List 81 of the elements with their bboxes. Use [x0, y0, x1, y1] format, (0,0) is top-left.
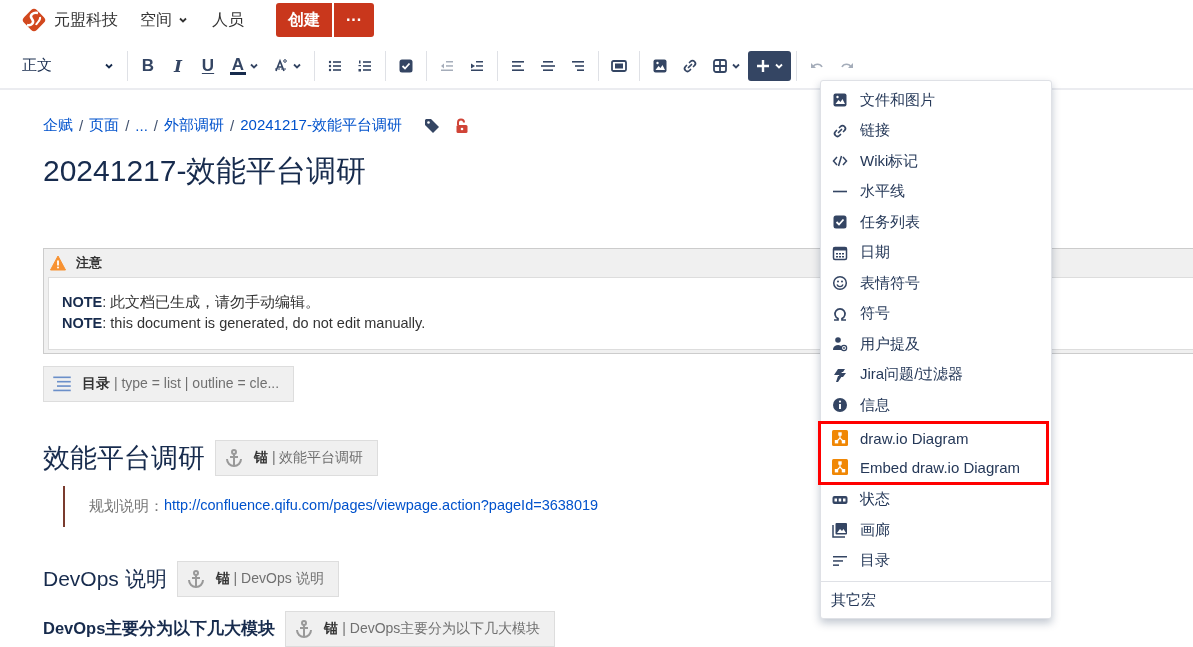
anchor-macro[interactable]: 锚 | 效能平台调研	[215, 440, 379, 476]
menu-item[interactable]: 水平线	[821, 176, 1051, 207]
link-icon	[832, 122, 848, 139]
macro-label: 锚 | DevOps主要分为以下几大模块	[324, 620, 541, 638]
quote-label: 规划说明：	[89, 497, 164, 516]
italic-button[interactable]: I	[163, 50, 193, 81]
brand-name[interactable]: 元盟科技	[54, 9, 118, 31]
heading: DevOps 说明	[43, 566, 167, 592]
breadcrumb-separator: /	[79, 117, 84, 134]
breadcrumb-link[interactable]: 页面	[89, 116, 120, 135]
unlocked-icon	[453, 117, 470, 134]
create-button[interactable]: 创建	[276, 3, 332, 37]
menu-item[interactable]: 目录	[821, 545, 1051, 576]
user-mention-icon	[832, 336, 848, 353]
note-text: NOTE: this document is generated, do not edit manually.	[62, 314, 426, 333]
task-list-icon	[398, 57, 414, 74]
anchor-icon	[224, 448, 244, 468]
link-icon	[682, 57, 698, 74]
link[interactable]: http://confluence.qifu.com/pages/viewpage.action?pageId=3638019	[164, 497, 599, 516]
nav-link[interactable]: 空间	[140, 9, 188, 31]
diagram-icon	[832, 430, 848, 446]
menu-item[interactable]: 状态	[821, 484, 1051, 515]
menu-item[interactable]: draw.io Diagram	[821, 423, 1046, 453]
toc-macro[interactable]: 目录 | type = list | outline = cle...	[43, 366, 295, 402]
warning-icon	[50, 255, 66, 271]
nav-link[interactable]: 人员	[212, 9, 244, 31]
menu-item[interactable]: 画廊	[821, 515, 1051, 546]
menu-item[interactable]: 用户提及	[821, 329, 1051, 360]
anchor-icon	[185, 569, 206, 589]
menu-item[interactable]: Wiki标记	[821, 146, 1051, 177]
heading: DevOps主要分为以下几大模块	[43, 618, 276, 639]
gallery-icon	[832, 522, 848, 539]
plus-icon	[755, 57, 771, 74]
macro-label: 目录 | type = list | outline = cle...	[82, 375, 280, 393]
table-icon	[712, 57, 728, 74]
menu-item[interactable]: 任务列表	[821, 207, 1051, 238]
tag-icon	[423, 117, 440, 134]
menu-item[interactable]: 表情符号	[821, 268, 1051, 299]
text-color-button[interactable]: A	[223, 50, 266, 81]
menu-item[interactable]: Embed draw.io Diagram	[821, 452, 1046, 482]
info-icon	[832, 397, 848, 414]
breadcrumb-link[interactable]: ...	[135, 117, 148, 134]
diagram-icon	[832, 459, 848, 475]
anchor-icon	[294, 619, 315, 639]
panel-title: 注意	[76, 254, 102, 272]
breadcrumb-link[interactable]: 20241217-效能平台调研	[240, 116, 402, 135]
menu-item[interactable]: 链接	[821, 115, 1051, 146]
menu-item[interactable]: 日期	[821, 237, 1051, 268]
more-button[interactable]: ···	[334, 3, 374, 37]
anchor-macro[interactable]: 锚 | DevOps 说明	[176, 561, 339, 597]
task-list-icon	[832, 214, 848, 231]
plus-button[interactable]	[748, 50, 791, 81]
macro-label: 锚 | DevOps 说明	[215, 570, 324, 588]
chevron-down-icon	[178, 15, 188, 25]
menu-item[interactable]: 其它宏	[821, 582, 1051, 618]
layout-icon	[611, 57, 627, 74]
horizontal-line-icon	[832, 190, 848, 194]
anchor-macro[interactable]: 锚 | DevOps主要分为以下几大模块	[285, 611, 556, 647]
menu-item[interactable]: Jira问题/过滤器	[821, 359, 1051, 390]
image-icon	[652, 57, 668, 74]
note-text: NOTE: 此文档已生成，请勿手动编辑。	[62, 293, 321, 312]
breadcrumb-link[interactable]: 外部调研	[164, 116, 225, 135]
breadcrumb-link[interactable]: 企赋	[43, 116, 73, 135]
omega-icon	[832, 305, 848, 322]
breadcrumb-separator: /	[153, 117, 159, 134]
paragraph-style-select[interactable]: 正文	[12, 49, 122, 82]
smiley-icon	[832, 275, 848, 292]
calendar-icon	[832, 244, 848, 261]
menu-item[interactable]: 符号	[821, 298, 1051, 329]
list-icon	[52, 374, 72, 394]
heading: 效能平台调研	[43, 442, 205, 475]
breadcrumb-separator: /	[230, 117, 235, 134]
macro-label: 锚 | 效能平台调研	[254, 449, 364, 467]
underline-button[interactable]: U	[193, 50, 223, 81]
image-icon	[832, 92, 848, 109]
bold-button[interactable]: B	[133, 50, 163, 81]
breadcrumb-separator: /	[125, 117, 130, 134]
menu-item[interactable]: 文件和图片	[821, 85, 1051, 116]
page-title: 20241217-效能平台调研	[43, 153, 367, 189]
text-style-icon	[273, 57, 289, 74]
menu-item[interactable]: 信息	[821, 390, 1051, 421]
